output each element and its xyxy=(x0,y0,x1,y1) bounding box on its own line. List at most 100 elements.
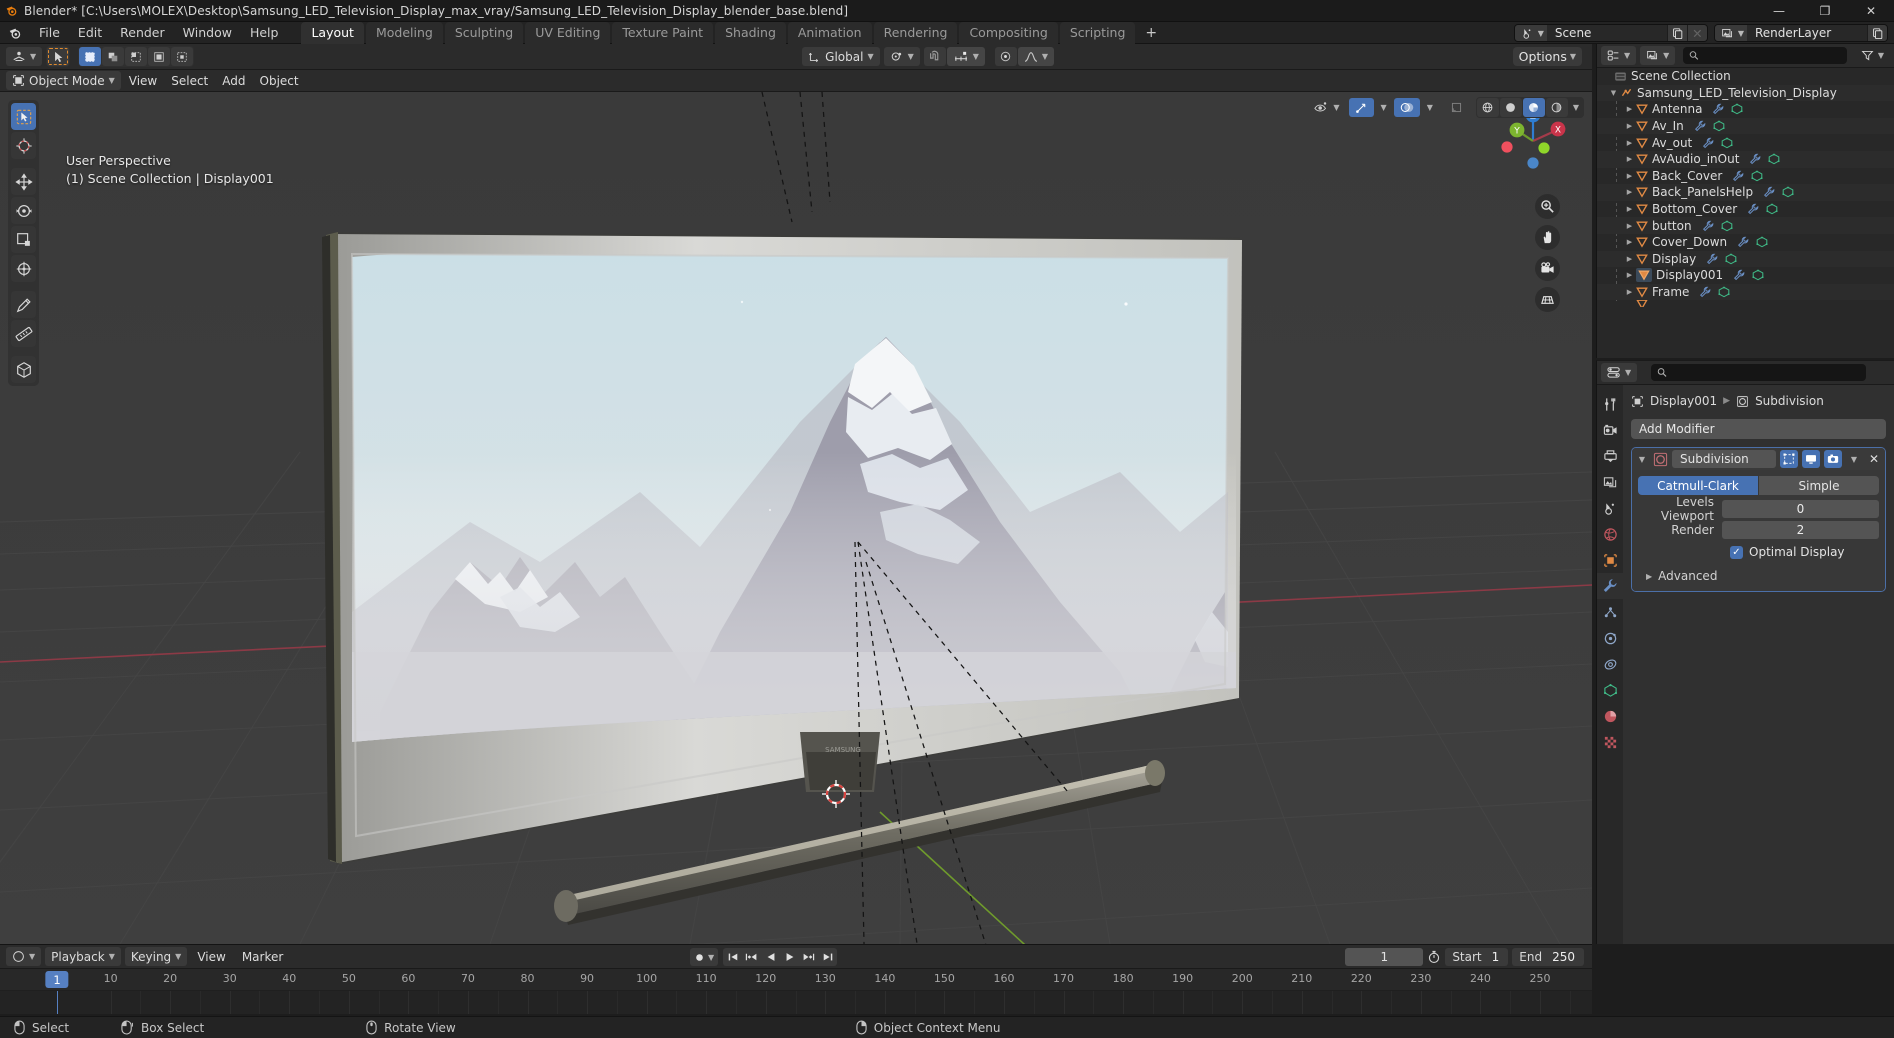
move-tool[interactable] xyxy=(11,168,36,195)
object-tab[interactable] xyxy=(1597,547,1623,573)
add-modifier-button[interactable]: Add Modifier xyxy=(1631,419,1886,439)
timeline-editor-type-button[interactable]: ▼ xyxy=(6,947,42,966)
solid-shading-button[interactable] xyxy=(1499,98,1522,117)
outliner-filter-button[interactable]: ▼ xyxy=(1855,46,1890,65)
tab-sculpting[interactable]: Sculpting xyxy=(444,21,524,44)
particles-tab[interactable] xyxy=(1597,599,1623,625)
tweak-select-tool[interactable] xyxy=(11,103,36,130)
select-subtract-mode-button[interactable] xyxy=(125,47,148,66)
breadcrumb-object-label[interactable]: Display001 xyxy=(1650,394,1717,408)
new-scene-button[interactable] xyxy=(1666,25,1687,41)
tab-texture-paint[interactable]: Texture Paint xyxy=(612,21,714,44)
constraints-tab[interactable] xyxy=(1597,651,1623,677)
zoom-nav-icon[interactable] xyxy=(1535,194,1560,219)
3d-viewport[interactable]: SAMSUNG ▼ Global ▼ ▼ ▼ ▼ Options ▼ Objec… xyxy=(0,44,1592,944)
jump-to-end-button[interactable] xyxy=(818,948,837,966)
optimal-display-checkbox[interactable]: ✓ xyxy=(1730,545,1743,559)
current-frame-field[interactable]: 1 xyxy=(1345,948,1424,966)
expand-icon[interactable]: ▶ xyxy=(1623,255,1636,263)
simple-button[interactable]: Simple xyxy=(1759,476,1879,495)
expand-icon[interactable]: ▶ xyxy=(1623,122,1636,130)
play-reverse-button[interactable] xyxy=(761,948,780,966)
jump-to-prev-keyframe-button[interactable] xyxy=(742,948,761,966)
scene-tab[interactable] xyxy=(1597,495,1623,521)
material-tab[interactable] xyxy=(1597,703,1623,729)
properties-panel[interactable]: ▼ Display001 ▶ Subdivision Add Modifier … xyxy=(1596,360,1894,944)
tab-rendering[interactable]: Rendering xyxy=(873,21,958,44)
material-preview-shading-button[interactable] xyxy=(1522,98,1545,117)
maximize-button[interactable]: ❐ xyxy=(1802,0,1848,22)
outliner-row-cover-down[interactable]: ▶ Cover_Down xyxy=(1597,234,1894,251)
outliner-row-av-in[interactable]: ▶ Av_In xyxy=(1597,117,1894,135)
jump-to-start-button[interactable] xyxy=(723,948,742,966)
texture-tab[interactable] xyxy=(1597,729,1623,755)
annotate-tool[interactable] xyxy=(11,291,36,318)
outliner-row-scene-collection[interactable]: Scene Collection xyxy=(1597,68,1894,85)
transform-tool[interactable] xyxy=(11,255,36,282)
outliner-row-bottom-cover[interactable]: ▶ Bottom_Cover xyxy=(1597,201,1894,218)
transform-orientation-dropdown[interactable]: Global ▼ xyxy=(802,47,880,66)
modifier-collapse-icon[interactable]: ▼ xyxy=(1635,455,1649,464)
render-tab[interactable] xyxy=(1597,417,1623,443)
blender-menu-icon[interactable] xyxy=(8,26,22,40)
pivot-point-dropdown[interactable]: ▼ xyxy=(883,47,920,66)
outliner-editor-type-button[interactable]: ▼ xyxy=(1601,46,1637,65)
proportional-editing-button[interactable] xyxy=(994,47,1017,66)
outliner-tree[interactable]: Scene Collection ▼ Samsung_LED_Televisio… xyxy=(1597,68,1894,358)
data-tab[interactable] xyxy=(1597,677,1623,703)
outliner-row-avaudio-inout[interactable]: ▶ AvAudio_inOut xyxy=(1597,150,1894,168)
modifier-name-field[interactable]: Subdivision xyxy=(1672,450,1776,468)
outliner-row-back-cover[interactable]: ▶ Back_Cover xyxy=(1597,168,1894,185)
output-tab[interactable] xyxy=(1597,443,1623,469)
outliner-row-display[interactable]: ▶ Display xyxy=(1597,250,1894,268)
physics-tab[interactable] xyxy=(1597,625,1623,651)
modifier-realtime-toggle[interactable] xyxy=(1802,450,1820,468)
expand-icon[interactable]: ▶ xyxy=(1623,105,1636,113)
expand-icon[interactable]: ▶ xyxy=(1623,238,1636,246)
timeline-playhead[interactable] xyxy=(57,991,58,1014)
overlays-dropdown[interactable]: ▼ xyxy=(1423,98,1437,117)
outliner-row-display001[interactable]: ▶ Display001 xyxy=(1597,267,1894,284)
expand-icon[interactable]: ▶ xyxy=(1623,205,1636,213)
timeline-ruler[interactable]: 10 20 30 40 50 60 70 80 90 100 110 120 130 140 150 160 1… xyxy=(0,969,1592,991)
outliner-display-mode-button[interactable]: ▼ xyxy=(1640,46,1676,65)
expand-icon[interactable]: ▶ xyxy=(1623,155,1636,163)
viewport-scene[interactable]: SAMSUNG xyxy=(0,92,1592,944)
object-mode-dropdown[interactable]: Object Mode ▼ xyxy=(6,71,121,90)
snap-settings-dropdown[interactable]: ▼ xyxy=(946,47,985,66)
modifier-edit-mode-toggle[interactable] xyxy=(1780,450,1798,468)
add-workspace-tab[interactable]: + xyxy=(1137,22,1165,44)
jump-to-next-keyframe-button[interactable] xyxy=(799,948,818,966)
select-set-mode-button[interactable] xyxy=(79,47,102,66)
play-button[interactable] xyxy=(780,948,799,966)
cursor-tool[interactable] xyxy=(11,132,36,159)
properties-editor-type-button[interactable]: ▼ xyxy=(1601,363,1638,382)
new-view-layer-button[interactable] xyxy=(1867,25,1887,41)
ortho-toggle-nav-icon[interactable] xyxy=(1535,287,1560,312)
select-intersect-mode-button[interactable] xyxy=(171,47,194,66)
expand-icon[interactable]: ▶ xyxy=(1623,139,1636,147)
advanced-section-toggle[interactable]: ▶ Advanced xyxy=(1638,569,1879,583)
visibility-dropdown[interactable]: ▼ xyxy=(1308,98,1345,117)
xray-toggle[interactable] xyxy=(1443,98,1469,117)
wireframe-shading-button[interactable] xyxy=(1476,98,1499,117)
tab-animation[interactable]: Animation xyxy=(787,21,872,44)
expand-icon[interactable]: ▶ xyxy=(1623,172,1636,180)
outliner-row-collection[interactable]: ▼ Samsung_LED_Television_Display xyxy=(1597,84,1894,102)
expand-icon[interactable]: ▶ xyxy=(1623,188,1636,196)
expand-icon[interactable]: ▶ xyxy=(1623,271,1636,279)
tab-compositing[interactable]: Compositing xyxy=(959,21,1058,44)
menu-render[interactable]: Render xyxy=(111,23,174,42)
auto-keying-toggle[interactable]: ▼ xyxy=(690,948,719,966)
delete-scene-button[interactable]: ✕ xyxy=(1686,25,1707,41)
optimal-display-row[interactable]: ✓ Optimal Display xyxy=(1730,545,1879,559)
catmull-clark-button[interactable]: Catmull-Clark xyxy=(1638,476,1758,495)
outliner-panel[interactable]: ▼ ▼ ▼ Scene Collection ▼ Samsung_LED_Tel… xyxy=(1596,44,1894,358)
tab-uv-editing[interactable]: UV Editing xyxy=(525,21,611,44)
outliner-row-partial[interactable] xyxy=(1597,300,1894,308)
menu-window[interactable]: Window xyxy=(174,23,241,42)
gizmo-toggle[interactable] xyxy=(1348,98,1374,117)
viewport-menu-add[interactable]: Add xyxy=(216,71,251,90)
viewport-options-dropdown[interactable]: Options ▼ xyxy=(1512,47,1582,66)
expand-icon[interactable]: ▶ xyxy=(1623,222,1636,230)
